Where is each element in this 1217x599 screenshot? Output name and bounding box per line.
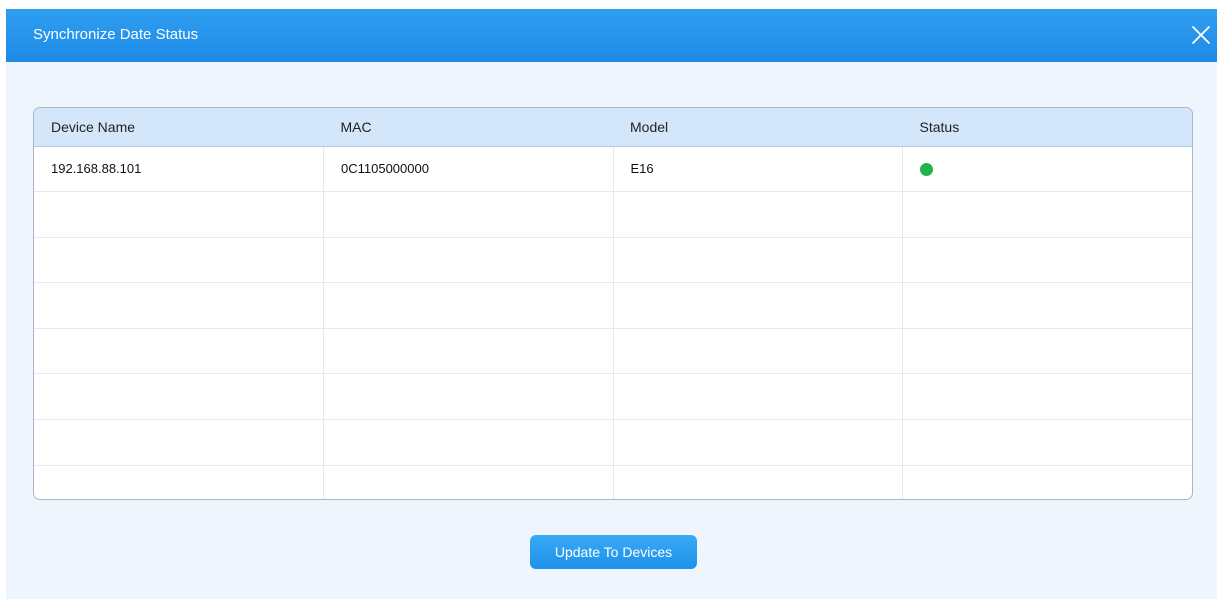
table-cell-mac <box>323 191 614 238</box>
table-cell-model <box>613 191 903 238</box>
table-cell-status <box>902 237 1192 284</box>
table-cell-status <box>902 373 1192 421</box>
table-cell-model <box>613 237 903 284</box>
update-to-devices-button[interactable]: Update To Devices <box>530 535 697 569</box>
table-cell-status <box>903 465 1193 499</box>
table-row[interactable] <box>34 191 1192 238</box>
table-cell-status <box>902 328 1192 375</box>
close-icon[interactable] <box>1189 23 1213 47</box>
table-cell-model <box>613 465 903 499</box>
table-row[interactable]: 192.168.88.101 0C1105000000 E16 <box>34 146 1192 193</box>
table-cell-model <box>613 282 903 329</box>
table-cell-model: E16 <box>613 146 903 193</box>
table-cell-model <box>613 328 903 375</box>
table-cell-device-name <box>34 328 324 375</box>
device-status-table: Device Name MAC Model Status 192.168.88.… <box>33 107 1193 500</box>
table-row[interactable] <box>34 237 1192 284</box>
table-cell-device-name: 192.168.88.101 <box>34 146 324 193</box>
table-cell-status <box>902 419 1192 466</box>
table-cell-model <box>613 419 903 466</box>
table-row[interactable] <box>34 419 1192 466</box>
column-header-model[interactable]: Model <box>613 108 903 147</box>
dialog-titlebar: Synchronize Date Status <box>6 9 1217 62</box>
table-cell-mac <box>323 373 614 421</box>
table-cell-device-name <box>34 419 324 466</box>
table-cell-mac <box>323 465 614 499</box>
table-cell-device-name <box>34 237 324 284</box>
column-header-mac[interactable]: MAC <box>323 108 613 147</box>
column-header-status[interactable]: Status <box>902 108 1192 147</box>
table-cell-device-name <box>34 191 324 238</box>
table-cell-model <box>613 373 903 421</box>
status-online-icon <box>920 163 933 177</box>
table-row[interactable] <box>34 282 1192 329</box>
table-cell-mac <box>323 237 614 284</box>
table-header-row: Device Name MAC Model Status <box>34 108 1192 147</box>
table-cell-mac: 0C1105000000 <box>323 146 614 193</box>
sync-status-dialog: Synchronize Date Status Device Name MAC … <box>6 9 1217 599</box>
table-row[interactable] <box>34 373 1192 421</box>
dialog-title: Synchronize Date Status <box>33 26 199 43</box>
table-cell-mac <box>323 282 614 329</box>
table-body: 192.168.88.101 0C1105000000 E16 <box>34 146 1193 499</box>
table-row[interactable] <box>34 328 1192 375</box>
column-header-device-name[interactable]: Device Name <box>34 108 324 147</box>
table-cell-device-name <box>34 465 324 499</box>
table-row[interactable] <box>34 465 1193 499</box>
table-cell-status <box>902 282 1192 329</box>
table-cell-mac <box>323 419 614 466</box>
table-cell-status <box>902 146 1192 193</box>
table-cell-device-name <box>34 282 324 329</box>
table-cell-status <box>902 191 1192 238</box>
table-cell-device-name <box>34 373 324 421</box>
table-cell-mac <box>323 328 614 375</box>
